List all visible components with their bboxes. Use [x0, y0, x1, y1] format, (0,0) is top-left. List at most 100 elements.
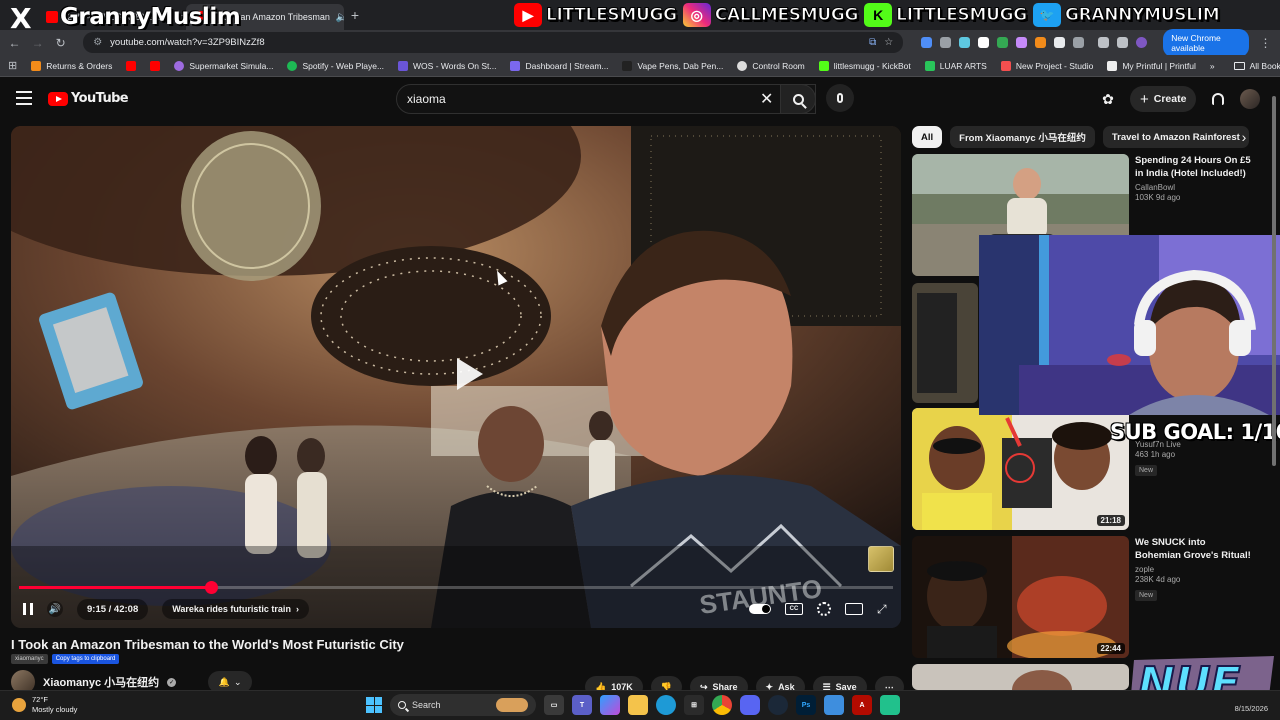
bookmark-item[interactable]: WOS - Words On St...	[398, 60, 496, 71]
file-explorer-icon[interactable]	[628, 695, 648, 715]
menu-icon[interactable]	[16, 91, 32, 105]
copilot-icon[interactable]	[600, 695, 620, 715]
bookmark-item[interactable]: Dashboard | Stream...	[510, 60, 608, 71]
chip-from-channel[interactable]: From Xiaomanyc 小马在纽约	[950, 126, 1095, 148]
teams-icon[interactable]: T	[572, 695, 592, 715]
extension-icon[interactable]	[997, 37, 1009, 48]
all-bookmarks-button[interactable]: » All Bookmarks	[1210, 61, 1280, 71]
browser-menu-icon[interactable]: ⋮	[1259, 36, 1272, 50]
recommendation-info: We SNUCK into Bohemian Grove's Ritual! z…	[1135, 536, 1252, 658]
notepad-icon[interactable]	[824, 695, 844, 715]
translate-icon[interactable]: ⧉	[869, 37, 876, 48]
profile-icon[interactable]	[1136, 37, 1148, 48]
task-view-icon[interactable]: ▭	[544, 695, 564, 715]
apps-grid-icon[interactable]: ⊞	[8, 59, 17, 72]
extension-icon[interactable]	[959, 37, 971, 48]
video-thumbnail[interactable]: 22:44	[912, 536, 1129, 658]
account-avatar[interactable]	[1240, 89, 1261, 109]
channel-watermark-icon[interactable]	[868, 546, 894, 572]
miniplayer-icon[interactable]	[845, 603, 863, 615]
fullscreen-icon[interactable]: ⤢	[877, 603, 889, 615]
notifications-button[interactable]	[1208, 89, 1228, 109]
windows-start-icon[interactable]	[366, 697, 382, 713]
new-badge: New	[1135, 465, 1158, 476]
video-thumbnail[interactable]	[912, 283, 978, 403]
bookmark-item[interactable]: littlesmugg - KickBot	[818, 60, 911, 71]
bookmark-item[interactable]	[126, 60, 137, 71]
browser-tab-2[interactable]: I Took an Amazon Tribesman 🔈 ✕	[186, 4, 344, 30]
youtube-favicon-icon	[150, 60, 161, 71]
all-bookmarks-label: All Bookmarks	[1249, 60, 1280, 71]
bookmark-item[interactable]	[150, 60, 161, 71]
progress-bar[interactable]	[19, 581, 893, 594]
weather-widget[interactable]: 72°F Mostly cloudy	[12, 695, 77, 715]
reload-icon[interactable]: ↻	[54, 36, 67, 50]
chrome-icon[interactable]	[712, 695, 732, 715]
captions-icon[interactable]: CC	[785, 603, 803, 615]
video-player[interactable]: STAUNTO 🔊 9:15 / 42:08 Wareka rides futu…	[11, 126, 901, 628]
recommendation-title[interactable]: We SNUCK into Bohemian Grove's Ritual!	[1135, 536, 1252, 562]
chip-all[interactable]: All	[912, 126, 943, 148]
video-thumbnail[interactable]	[912, 664, 1129, 690]
chip-topic[interactable]: Travel to Amazon Rainforest	[1102, 126, 1249, 148]
discord-icon[interactable]	[740, 695, 760, 715]
reading-list-icon[interactable]	[1098, 37, 1110, 48]
extension-icon[interactable]	[1016, 37, 1028, 48]
store-icon[interactable]: ⊞	[684, 695, 704, 715]
channel-tag[interactable]: xiaomanyc	[11, 654, 48, 664]
bookmark-item[interactable]: Supermarket Simula...	[174, 60, 273, 71]
extension-puzzle-icon[interactable]: ✿	[1098, 89, 1118, 109]
browser-tab-1[interactable]: (2) MARVEL'S AVENGERS 5: D ✕	[36, 4, 186, 30]
bookmark-item[interactable]: Returns & Orders	[31, 60, 112, 71]
extension-icon[interactable]	[1035, 37, 1047, 48]
extension-icon[interactable]	[921, 37, 933, 48]
photoshop-icon[interactable]: Ps	[796, 695, 816, 715]
forward-icon[interactable]: →	[31, 36, 44, 50]
extension-icon[interactable]	[1054, 37, 1066, 48]
extension-icon[interactable]	[940, 37, 952, 48]
recommendation-title[interactable]: Spending 24 Hours On £5 in India (Hotel …	[1135, 154, 1252, 180]
bookmark-star-icon[interactable]: ☆	[884, 37, 893, 48]
volume-icon[interactable]: 🔊	[47, 601, 63, 617]
back-icon[interactable]: ←	[8, 36, 21, 50]
edge-icon[interactable]	[656, 695, 676, 715]
play-overlay-icon[interactable]	[443, 350, 493, 400]
chapter-button[interactable]: Wareka rides futuristic train ›	[162, 599, 309, 619]
taskbar-search[interactable]: Search	[390, 694, 536, 716]
downloads-icon[interactable]	[1117, 37, 1129, 48]
bookmark-item[interactable]: My Printful | Printful	[1107, 60, 1196, 71]
mute-tab-icon[interactable]: 🔈	[336, 12, 344, 23]
recommendation-item[interactable]: 22:44 We SNUCK into Bohemian Grove's Rit…	[912, 536, 1252, 658]
bookmark-item[interactable]: Spotify - Web Playe...	[287, 60, 384, 71]
recommendation-channel[interactable]: zople	[1135, 565, 1252, 574]
video-thumbnail[interactable]: 21:18	[912, 408, 1129, 530]
extension-icon[interactable]	[978, 37, 990, 48]
new-chrome-available-button[interactable]: New Chrome available	[1163, 28, 1249, 57]
bookmark-item[interactable]: New Project - Studio	[1000, 60, 1093, 71]
bookmark-item[interactable]: Control Room	[737, 60, 805, 71]
search-input[interactable]: xiaoma	[396, 84, 816, 114]
page-scrollbar[interactable]	[1272, 82, 1278, 702]
pause-icon[interactable]	[23, 603, 33, 615]
new-tab-button[interactable]: +	[344, 4, 366, 26]
settings-gear-icon[interactable]	[817, 602, 831, 616]
copy-tags-button[interactable]: Copy tags to clipboard	[51, 654, 120, 664]
steam-icon[interactable]	[768, 695, 788, 715]
scrollbar-thumb[interactable]	[1272, 96, 1276, 466]
clear-search-icon[interactable]: ✕	[760, 89, 773, 109]
chevron-right-icon[interactable]: ›	[1234, 127, 1254, 147]
voice-search-button[interactable]	[826, 84, 854, 112]
recommendation-channel[interactable]: CallanBowl	[1135, 183, 1252, 192]
address-bar[interactable]: ⚙ youtube.com/watch?v=3ZP9BINzZf8 ⧉ ☆	[83, 32, 904, 53]
bookmark-item[interactable]: LUAR ARTS	[924, 60, 987, 71]
youtube-logo[interactable]: YouTube	[48, 91, 129, 106]
bookmark-item[interactable]: Vape Pens, Dab Pen...	[622, 60, 723, 71]
search-button[interactable]	[780, 84, 816, 114]
puzzle-icon[interactable]	[1073, 37, 1085, 48]
autoplay-toggle[interactable]	[749, 604, 771, 614]
create-button[interactable]: + Create	[1130, 86, 1197, 112]
site-info-icon[interactable]: ⚙	[93, 37, 102, 48]
acrobat-icon[interactable]: A	[852, 695, 872, 715]
obs-icon[interactable]	[880, 695, 900, 715]
channel-name[interactable]: Xiaomanyc 小马在纽约	[43, 674, 159, 690]
